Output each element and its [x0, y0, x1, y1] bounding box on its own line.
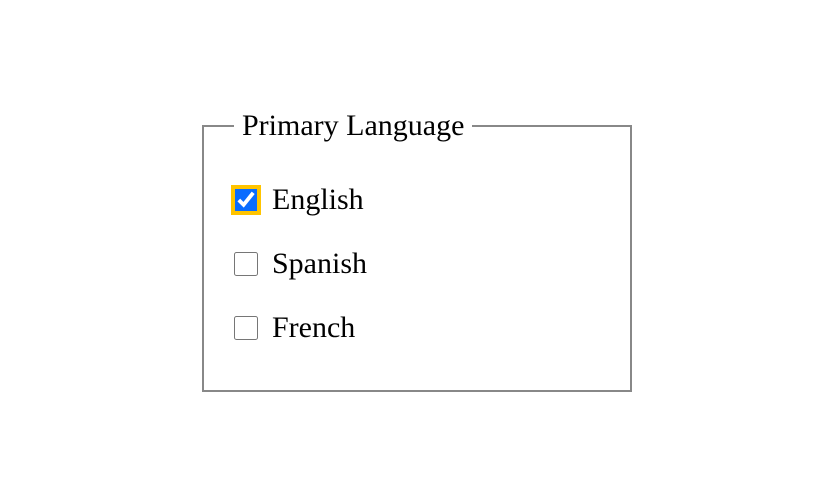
language-checkbox-spanish[interactable] [234, 252, 258, 276]
language-checkbox-english[interactable] [234, 188, 258, 212]
fieldset-legend: Primary Language [234, 109, 472, 143]
language-option: French [234, 311, 590, 345]
primary-language-fieldset: Primary Language English Spanish French [202, 109, 632, 392]
language-label[interactable]: French [272, 311, 355, 345]
language-checkbox-french[interactable] [234, 316, 258, 340]
language-option: Spanish [234, 247, 590, 281]
language-label[interactable]: English [272, 183, 364, 217]
language-label[interactable]: Spanish [272, 247, 367, 281]
language-option: English [234, 183, 590, 217]
